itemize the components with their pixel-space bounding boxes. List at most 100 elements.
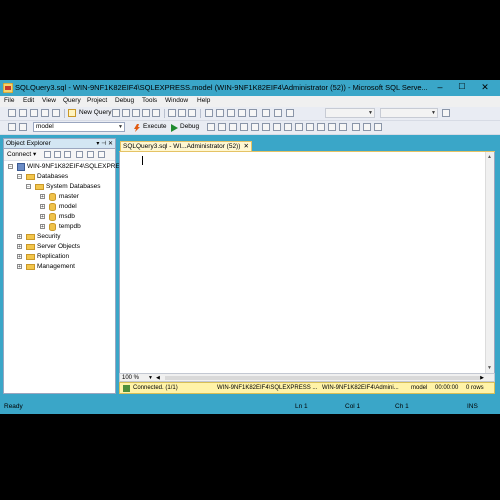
menu-edit[interactable]: Edit — [23, 97, 34, 104]
menu-query[interactable]: Query — [63, 97, 81, 104]
increase-indent-icon[interactable] — [339, 123, 347, 131]
navigate-backward-icon[interactable] — [227, 109, 235, 117]
menu-view[interactable]: View — [42, 97, 56, 104]
tab-sqlquery3[interactable]: SQLQuery3.sql - WI...Administrator (52))… — [120, 141, 252, 151]
tree-node-model[interactable]: model — [59, 202, 77, 211]
navigate-forward-icon[interactable] — [238, 109, 246, 117]
cut-icon[interactable] — [168, 109, 176, 117]
close-button[interactable]: ✕ — [473, 80, 497, 94]
expand-master-icon[interactable]: + — [40, 194, 45, 200]
scroll-down-icon[interactable]: ▼ — [487, 365, 492, 371]
tree-node-server-objects[interactable]: Server Objects — [37, 242, 80, 251]
toolbar-options-icon[interactable] — [442, 109, 450, 117]
save-all-icon[interactable] — [52, 109, 60, 117]
debug-button[interactable]: Debug — [180, 123, 199, 130]
tree-node-security[interactable]: Security — [37, 232, 60, 241]
intellisense-icon[interactable] — [363, 123, 371, 131]
properties-icon[interactable] — [286, 109, 294, 117]
undo-icon[interactable] — [205, 109, 213, 117]
tree-node-msdb[interactable]: msdb — [59, 212, 75, 221]
zoom-dropdown-icon[interactable]: ▼ — [148, 374, 153, 382]
available-databases-icon[interactable] — [19, 123, 27, 131]
uncomment-icon[interactable] — [317, 123, 325, 131]
save-icon[interactable] — [41, 109, 49, 117]
toolbar2-options-icon[interactable] — [374, 123, 382, 131]
expand-security-icon[interactable]: + — [17, 234, 22, 240]
analysis-query-icon[interactable] — [122, 109, 130, 117]
connect-button[interactable]: Connect ▾ — [7, 150, 36, 158]
paste-icon[interactable] — [188, 109, 196, 117]
connect-object-explorer-icon[interactable] — [44, 151, 51, 158]
find-icon[interactable] — [249, 109, 257, 117]
client-statistics-icon[interactable] — [262, 123, 270, 131]
xmla-query-icon[interactable] — [152, 109, 160, 117]
tree-node-databases[interactable]: Databases — [37, 172, 68, 181]
display-estimated-plan-icon[interactable] — [229, 123, 237, 131]
execute-button[interactable]: Execute — [143, 123, 167, 130]
query-status-bar: Connected. (1/1) WIN-9NF1K82EIF4\SQLEXPR… — [119, 382, 495, 394]
horizontal-scrollbar[interactable] — [165, 376, 480, 380]
scroll-up-icon[interactable]: ▲ — [487, 154, 492, 160]
collapse-system-databases-icon[interactable]: − — [26, 184, 31, 190]
open-icon[interactable] — [30, 109, 38, 117]
query-editor[interactable]: ▲ ▼ — [119, 152, 495, 373]
menu-help[interactable]: Help — [197, 97, 210, 104]
menu-project[interactable]: Project — [87, 97, 107, 104]
specify-values-icon[interactable] — [352, 123, 360, 131]
change-connection-icon[interactable] — [8, 123, 16, 131]
start-icon[interactable] — [274, 109, 282, 117]
minimize-button[interactable]: – — [429, 80, 451, 94]
new-project-icon[interactable] — [8, 109, 16, 117]
activity-monitor-icon[interactable] — [98, 151, 105, 158]
include-actual-plan-icon[interactable] — [251, 123, 259, 131]
stop-icon[interactable] — [64, 151, 71, 158]
solution-explorer-icon[interactable] — [262, 109, 270, 117]
tree-node-server[interactable]: WIN-9NF1K82EIF4\SQLEXPRESS — [27, 162, 129, 171]
refresh-icon[interactable] — [87, 151, 94, 158]
expand-management-icon[interactable]: + — [17, 264, 22, 270]
menu-tools[interactable]: Tools — [142, 97, 157, 104]
expand-model-icon[interactable]: + — [40, 204, 45, 210]
results-to-grid-icon[interactable] — [284, 123, 292, 131]
results-to-text-icon[interactable] — [273, 123, 281, 131]
filter-icon[interactable] — [76, 151, 83, 158]
comment-icon[interactable] — [306, 123, 314, 131]
expand-replication-icon[interactable]: + — [17, 254, 22, 260]
collapse-server-icon[interactable]: − — [8, 164, 13, 170]
available-databases-combo[interactable]: model ▼ — [33, 122, 125, 132]
query-designer-icon[interactable] — [240, 123, 248, 131]
tree-node-tempdb[interactable]: tempdb — [59, 222, 81, 231]
tree-node-replication[interactable]: Replication — [37, 252, 69, 261]
tree-node-master[interactable]: master — [59, 192, 79, 201]
redo-icon[interactable] — [216, 109, 224, 117]
copy-icon[interactable] — [178, 109, 186, 117]
disconnect-icon[interactable] — [54, 151, 61, 158]
parse-icon[interactable] — [218, 123, 226, 131]
collapse-databases-icon[interactable]: − — [17, 174, 22, 180]
solution-configuration-combo[interactable]: ▼ — [325, 108, 375, 118]
vertical-scrollbar[interactable]: ▲ ▼ — [485, 152, 494, 373]
new-query-button[interactable]: New Query — [79, 109, 112, 116]
results-to-file-icon[interactable] — [295, 123, 303, 131]
menu-file[interactable]: File — [4, 97, 14, 104]
menu-window[interactable]: Window — [165, 97, 188, 104]
platform-combo[interactable]: ▼ — [380, 108, 438, 118]
decrease-indent-icon[interactable] — [328, 123, 336, 131]
new-query-icon[interactable] — [68, 109, 76, 117]
scroll-right-icon[interactable]: ▶ — [480, 374, 484, 382]
add-item-icon[interactable] — [19, 109, 27, 117]
dmx-query-icon[interactable] — [142, 109, 150, 117]
mdx-query-icon[interactable] — [132, 109, 140, 117]
zoom-level[interactable]: 100 % — [122, 374, 139, 382]
menu-debug[interactable]: Debug — [115, 97, 134, 104]
expand-msdb-icon[interactable]: + — [40, 214, 45, 220]
expand-tempdb-icon[interactable]: + — [40, 224, 45, 230]
tree-node-management[interactable]: Management — [37, 262, 75, 271]
expand-server-objects-icon[interactable]: + — [17, 244, 22, 250]
db-engine-query-icon[interactable] — [112, 109, 120, 117]
scroll-left-icon[interactable]: ◀ — [156, 374, 160, 382]
cancel-query-icon[interactable] — [207, 123, 215, 131]
tree-node-system-databases[interactable]: System Databases — [46, 182, 101, 191]
panel-pin-close-icons[interactable]: ▾ ⊣ ✕ — [96, 139, 113, 149]
maximize-button[interactable]: ☐ — [451, 80, 473, 94]
